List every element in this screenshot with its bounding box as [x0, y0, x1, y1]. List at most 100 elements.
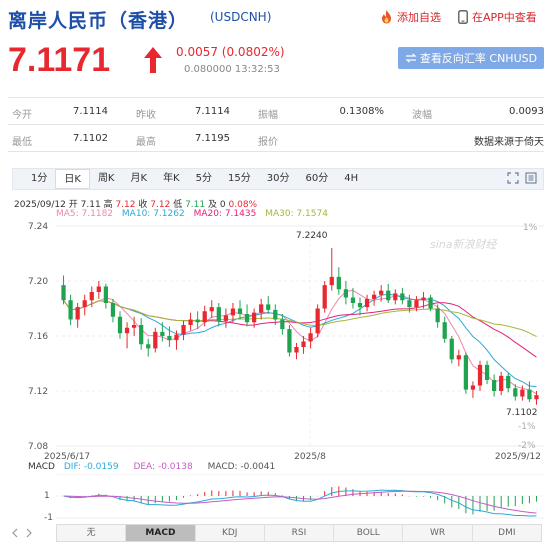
candle-body — [202, 311, 207, 323]
indicator-tabs: 无 MACD KDJ RSI BOLL WR DMI — [56, 524, 542, 542]
candle-body — [372, 294, 377, 299]
candle-body — [259, 304, 264, 313]
quote-time: 0.080000 13:32:53 — [184, 64, 280, 75]
open-in-app-label: 在APP中查看 — [472, 11, 537, 24]
candle-body — [520, 389, 525, 397]
max-price-label: 7.2240 — [296, 231, 328, 241]
indicator-wr[interactable]: WR — [403, 525, 473, 541]
tab-15min[interactable]: 15分 — [220, 169, 259, 189]
candle-body — [146, 344, 151, 349]
candle-body — [160, 331, 165, 336]
indicator-boll[interactable]: BOLL — [334, 525, 404, 541]
period-tabs: 1分 日K 周K 月K 年K 5分 15分 30分 60分 4H — [12, 168, 544, 190]
candle-body — [244, 314, 250, 323]
symbol-code: (USDCNH) — [210, 10, 272, 24]
fire-icon — [382, 10, 391, 24]
tab-5min[interactable]: 5分 — [188, 169, 220, 189]
fullscreen-icon[interactable] — [507, 172, 519, 184]
swap-icon — [405, 53, 417, 63]
tab-30min[interactable]: 30分 — [259, 169, 298, 189]
candle-body — [470, 385, 476, 390]
candle-body — [110, 303, 116, 317]
divider — [8, 124, 544, 125]
candle-body — [322, 285, 327, 309]
macd-tick-1: 1 — [44, 491, 50, 501]
candle-body — [414, 300, 419, 308]
candlestick-chart[interactable]: sina新浪财经 7.24 7.20 7.16 7.12 7.08 1% -1% -2%… — [0, 218, 550, 462]
candle-body — [513, 388, 518, 397]
divider — [8, 151, 544, 152]
y-tick-label: 7.08 — [28, 442, 48, 452]
candle-body — [449, 338, 454, 360]
tab-1min[interactable]: 1分 — [23, 169, 55, 189]
candle-body — [174, 334, 179, 341]
candle-body — [336, 276, 341, 290]
divider — [8, 97, 544, 98]
candle-body — [357, 303, 363, 308]
candle-body — [492, 380, 497, 391]
open-in-app-button[interactable]: 在APP中查看 — [458, 9, 537, 25]
tab-4h[interactable]: 4H — [336, 169, 366, 189]
add-favorite-button[interactable]: 添加自选 — [380, 9, 441, 25]
candle-body — [61, 285, 66, 301]
tab-daily[interactable]: 日K — [55, 169, 90, 189]
macd-value: MACD: -0.0041 — [207, 462, 276, 472]
phone-icon — [458, 10, 468, 24]
candle-body — [477, 364, 483, 386]
candle-body — [252, 312, 257, 323]
macd-legend: MACD DIF: -0.0159 DEA: -0.0138 MACD: -0.… — [28, 462, 275, 472]
chart-tools — [507, 172, 537, 184]
x-tick-label: 2025/9/12 — [495, 452, 541, 462]
y-tick-label: 7.24 — [28, 222, 48, 232]
candle-body — [294, 347, 299, 353]
candle-body — [96, 286, 101, 292]
min-price-label: 7.1102 — [506, 408, 538, 418]
candle-body — [315, 308, 320, 334]
tab-weekly[interactable]: 周K — [90, 169, 123, 189]
pct-tick-mid: -1% — [518, 422, 536, 432]
dif-value: DIF: -0.0159 — [63, 462, 119, 472]
reverse-rate-button[interactable]: 查看反向汇率 CNHUSD — [398, 47, 544, 69]
candle-body — [400, 293, 405, 301]
candle-body — [421, 297, 426, 301]
indicator-rsi[interactable]: RSI — [264, 525, 335, 541]
candle-body — [435, 308, 440, 323]
candle-body — [308, 333, 313, 342]
stat-label-high: 最高 — [136, 137, 156, 148]
stat-label-range: 波幅 — [412, 110, 432, 121]
tab-yearly[interactable]: 年K — [155, 169, 188, 189]
candle-body — [188, 319, 193, 325]
macd-label: MACD — [28, 462, 55, 472]
candle-body — [386, 290, 391, 301]
stat-label-low: 最低 — [12, 137, 32, 148]
settings-icon[interactable] — [525, 172, 537, 184]
tab-monthly[interactable]: 月K — [123, 169, 156, 189]
candle-body — [364, 298, 370, 308]
indicator-dmi[interactable]: DMI — [472, 525, 541, 541]
pct-tick-bottom: -2% — [518, 441, 536, 451]
scroll-right-icon[interactable] — [22, 526, 36, 540]
reverse-rate-label: 查看反向汇率 CNHUSD — [419, 52, 538, 65]
x-tick-label: 2025/8 — [294, 452, 326, 462]
scroll-left-icon[interactable] — [8, 526, 22, 540]
y-tick-label: 7.20 — [28, 277, 48, 287]
candle-body — [195, 319, 200, 323]
candle-body — [393, 293, 398, 301]
tab-60min[interactable]: 60分 — [297, 169, 336, 189]
candle-body — [209, 307, 214, 312]
candle-body — [428, 297, 433, 309]
candle-body — [350, 297, 356, 303]
stat-value-low: 7.1102 — [73, 133, 108, 144]
stat-value-high: 7.1195 — [195, 133, 230, 144]
candle-body — [68, 300, 73, 320]
y-tick-label: 7.12 — [28, 387, 48, 397]
candle-body — [237, 308, 243, 314]
page-title: 离岸人民币（香港） — [8, 10, 189, 32]
candle-body — [463, 355, 468, 390]
candle-body — [273, 309, 278, 320]
indicator-kdj[interactable]: KDJ — [195, 525, 265, 541]
indicator-macd[interactable]: MACD — [126, 525, 196, 541]
stat-label-amplitude: 振幅 — [258, 110, 278, 121]
indicator-none[interactable]: 无 — [57, 525, 127, 541]
pct-tick-top: 1% — [523, 223, 538, 233]
